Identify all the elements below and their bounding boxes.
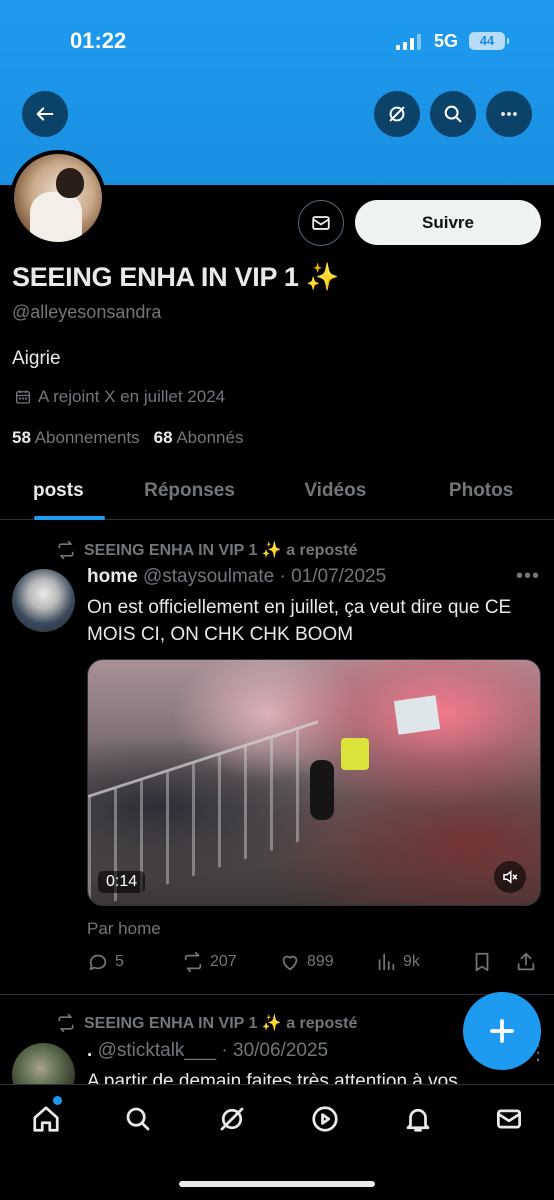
post-handle[interactable]: @staysoulmate	[143, 566, 274, 587]
speaker-muted-icon	[503, 870, 518, 884]
nav-video[interactable]	[305, 1101, 345, 1137]
grok-icon	[220, 1107, 244, 1131]
tab-photos[interactable]: Photos	[408, 462, 554, 519]
reply-count: 5	[115, 953, 124, 970]
share-icon	[517, 952, 535, 971]
post-header: home @staysoulmate · 01/07/2025	[87, 566, 386, 588]
following-count: 58	[12, 428, 31, 447]
video-person-vest	[341, 738, 369, 770]
signal-icon	[396, 34, 421, 50]
post-date: · 30/06/2025	[221, 1040, 329, 1061]
post-header: . @sticktalk___ · 30/06/2025	[87, 1040, 328, 1062]
heart-icon	[282, 955, 298, 971]
tab-replies[interactable]: Réponses	[117, 462, 263, 519]
tab-posts[interactable]: posts	[0, 462, 117, 520]
profile-avatar[interactable]	[10, 150, 106, 246]
profile-display-name: SEEING ENHA IN VIP 1 ✨	[12, 262, 340, 292]
bookmark-button[interactable]	[471, 951, 493, 973]
views-button[interactable]: 9k	[375, 951, 420, 973]
reply-icon	[89, 954, 107, 971]
followers-link[interactable]: 68 Abonnés	[154, 428, 244, 448]
post-handle[interactable]: @sticktalk___	[98, 1040, 217, 1061]
message-button[interactable]	[298, 200, 344, 246]
like-button[interactable]: 899	[279, 951, 334, 973]
following-link[interactable]: 58 Abonnements	[12, 428, 140, 448]
video-sign	[393, 695, 441, 735]
home-indicator	[179, 1181, 375, 1187]
post-video[interactable]: 0:14	[87, 659, 541, 906]
mute-button[interactable]	[494, 861, 526, 893]
back-button[interactable]	[22, 91, 68, 137]
nav-search[interactable]	[118, 1101, 158, 1137]
avatar-person	[30, 192, 82, 242]
home-icon	[33, 1106, 59, 1132]
views-count: 9k	[403, 953, 420, 970]
post-divider	[0, 994, 554, 995]
profile-bio: Aigrie	[12, 348, 61, 369]
repost-indicator: SEEING ENHA IN VIP 1 ✨ a reposté	[56, 540, 357, 560]
followers-count: 68	[153, 428, 173, 447]
post-text: A partir de demain faites très attention…	[87, 1071, 458, 1084]
repost-icon	[58, 1013, 74, 1033]
nav-grok[interactable]	[212, 1101, 252, 1137]
post-avatar[interactable]	[12, 569, 75, 632]
battery-icon: 44	[469, 32, 509, 50]
views-chart-icon	[378, 953, 395, 971]
search-button[interactable]	[430, 91, 476, 137]
avatar-cat	[56, 168, 84, 198]
status-time: 01:22	[70, 28, 127, 53]
more-button[interactable]	[486, 91, 532, 137]
compose-plus-icon	[490, 1019, 514, 1043]
follow-button[interactable]: Suivre	[355, 200, 541, 245]
post-more-icon[interactable]: •••	[516, 565, 540, 588]
post-author[interactable]: home	[87, 566, 138, 587]
nav-messages[interactable]	[489, 1101, 529, 1137]
compose-button[interactable]	[463, 992, 541, 1070]
nav-home[interactable]	[26, 1101, 66, 1137]
grok-icon	[389, 106, 405, 122]
video-person	[310, 760, 334, 820]
nav-notifications[interactable]	[398, 1101, 438, 1137]
video-duration: 0:14	[98, 871, 146, 893]
followers-label: Abonnés	[176, 428, 244, 447]
repost-count: 207	[210, 953, 237, 970]
post-author[interactable]: .	[87, 1040, 92, 1061]
reply-button[interactable]: 5	[87, 951, 124, 973]
video-attribution: Par home	[87, 919, 161, 938]
following-label: Abonnements	[34, 428, 140, 447]
video-icon	[312, 1106, 338, 1132]
follow-stats: 58 Abonnements 68 Abonnés	[12, 428, 243, 448]
repost-icon	[58, 540, 74, 560]
profile-handle: @alleyesonsandra	[12, 302, 162, 322]
tab-videos[interactable]: Vidéos	[262, 462, 408, 519]
search-icon	[126, 1107, 150, 1131]
search-icon	[444, 105, 462, 123]
mail-icon	[497, 1109, 521, 1129]
profile-tabs: posts Réponses Vidéos Photos	[0, 462, 554, 520]
post-actions: 5 207 899 9k	[87, 951, 542, 977]
home-notification-dot	[53, 1096, 62, 1105]
calendar-icon	[15, 390, 31, 404]
joined-date: A rejoint X en juillet 2024	[14, 387, 225, 407]
repost-button[interactable]: 207	[182, 951, 237, 973]
bell-icon	[406, 1108, 430, 1132]
more-horizontal-icon	[501, 112, 517, 116]
post-text: On est officiellement en juillet, ça veu…	[87, 597, 512, 645]
status-bar: 01:22 5G 44	[0, 28, 554, 58]
joined-label: A rejoint X en juillet 2024	[38, 387, 226, 406]
arrow-left-icon	[36, 107, 54, 121]
share-button[interactable]	[515, 951, 537, 973]
envelope-icon	[312, 216, 330, 230]
grok-button[interactable]	[374, 91, 420, 137]
repost-indicator: SEEING ENHA IN VIP 1 ✨ a reposté	[56, 1013, 357, 1033]
post-date: · 01/07/2025	[279, 566, 387, 587]
repost-icon	[184, 951, 202, 973]
network-type: 5G	[434, 31, 459, 51]
repost-label: SEEING ENHA IN VIP 1 ✨ a reposté	[84, 542, 358, 559]
like-count: 899	[307, 953, 334, 970]
repost-label: SEEING ENHA IN VIP 1 ✨ a reposté	[84, 1015, 358, 1032]
bookmark-icon	[475, 952, 489, 972]
